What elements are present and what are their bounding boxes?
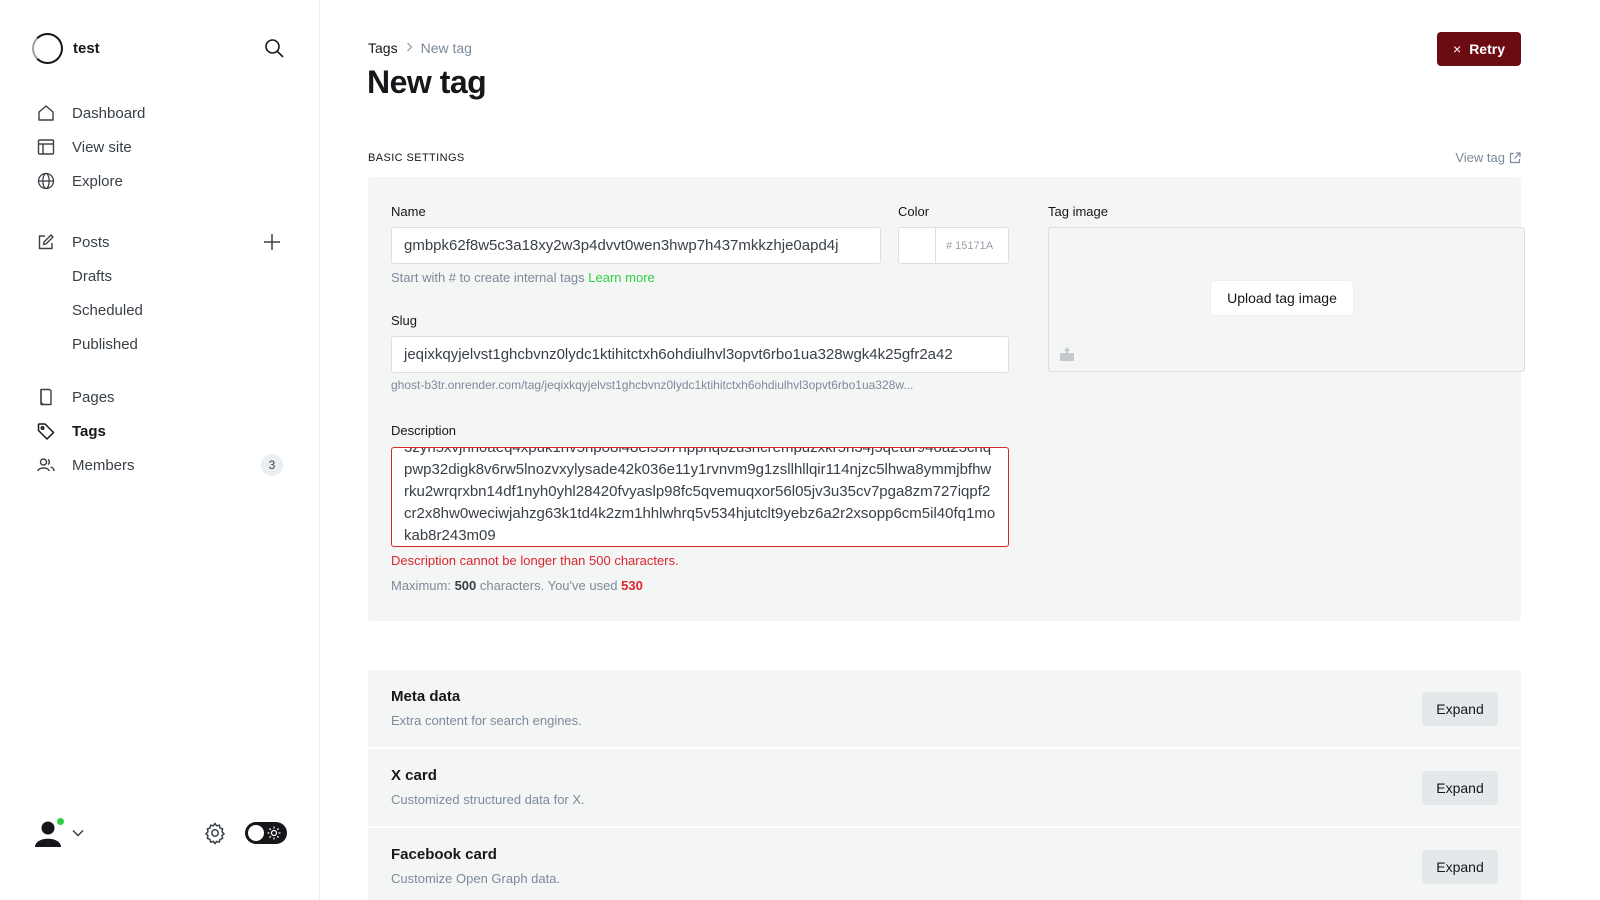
nav-primary: Dashboard View site Explore	[36, 96, 283, 198]
name-hint-text: Start with # to create internal tags	[391, 270, 585, 285]
name-hint: Start with # to create internal tags Lea…	[391, 270, 655, 285]
sidebar-item-tags[interactable]: Tags	[36, 414, 283, 448]
facebook-card-title: Facebook card	[391, 846, 497, 863]
meta-data-section: Meta data Extra content for search engin…	[368, 670, 1521, 747]
facebook-card-desc: Customize Open Graph data.	[391, 871, 561, 886]
learn-more-link[interactable]: Learn more	[588, 270, 654, 285]
x-card-section: X card Customized structured data for X.…	[368, 749, 1521, 826]
avatar	[32, 817, 65, 849]
slug-url: ghost-b3tr.onrender.com/tag/jeqixkqyjelv…	[391, 378, 914, 392]
description-textarea[interactable]: 3zyn5xvjnn0aeq4xpuk1nv5npo8l48el55l7hppn…	[391, 447, 1009, 547]
home-icon	[36, 103, 56, 123]
breadcrumb-tags-link[interactable]: Tags	[368, 40, 398, 56]
sidebar-item-label: View site	[72, 138, 132, 156]
view-tag-link[interactable]: View tag	[1455, 150, 1521, 165]
color-label: Color	[898, 204, 930, 219]
description-error: Description cannot be longer than 500 ch…	[391, 553, 679, 568]
sidebar-item-published[interactable]: Published	[36, 327, 283, 361]
user-menu[interactable]	[32, 817, 84, 849]
breadcrumb: Tags New tag	[368, 40, 472, 56]
upload-tag-image-button[interactable]: Upload tag image	[1211, 281, 1353, 315]
description-counter: Maximum: 500 characters. You've used 530	[391, 578, 643, 593]
meta-data-desc: Extra content for search engines.	[391, 713, 582, 728]
sidebar-item-label: Posts	[72, 233, 110, 251]
sun-icon	[267, 826, 281, 840]
x-card-desc: Customized structured data for X.	[391, 792, 585, 807]
nav-content: Posts Drafts Scheduled Published	[36, 225, 283, 361]
search-icon[interactable]	[263, 37, 285, 59]
site-title[interactable]: test	[73, 40, 100, 57]
description-label: Description	[391, 423, 457, 438]
sidebar-item-view-site[interactable]: View site	[36, 130, 283, 164]
tag-icon	[36, 421, 56, 441]
chevron-down-icon	[72, 829, 84, 837]
description-text: 3zyn5xvjnn0aeq4xpuk1nv5npo8l48el55l7hppn…	[404, 447, 996, 544]
sidebar: test Dashboard View site Explore Posts D…	[0, 0, 320, 900]
image-upload-icon	[1059, 346, 1075, 362]
view-tag-label: View tag	[1455, 150, 1505, 165]
sidebar-item-dashboard[interactable]: Dashboard	[36, 96, 283, 130]
layout-icon	[36, 137, 56, 157]
members-icon	[36, 455, 56, 475]
counter-used: 530	[621, 578, 643, 593]
sidebar-item-label: Pages	[72, 388, 115, 406]
online-status-dot	[56, 817, 65, 826]
sidebar-item-scheduled[interactable]: Scheduled	[36, 293, 283, 327]
nav-secondary: Pages Tags Members 3	[36, 380, 283, 482]
retry-button[interactable]: × Retry	[1437, 32, 1521, 66]
basic-settings-header: BASIC SETTINGS View tag	[368, 150, 1521, 165]
basic-settings-title: BASIC SETTINGS	[368, 151, 465, 164]
sidebar-item-label: Explore	[72, 172, 123, 190]
facebook-card-section: Facebook card Customize Open Graph data.…	[368, 828, 1521, 900]
counter-prefix: Maximum:	[391, 578, 451, 593]
sidebar-item-explore[interactable]: Explore	[36, 164, 283, 198]
toggle-knob	[248, 825, 264, 841]
meta-data-title: Meta data	[391, 688, 461, 705]
slug-label: Slug	[391, 313, 418, 328]
globe-icon	[36, 171, 56, 191]
sidebar-item-label: Published	[72, 335, 138, 353]
close-icon: ×	[1453, 41, 1462, 57]
breadcrumb-current: New tag	[420, 40, 472, 56]
chevron-right-icon	[406, 41, 413, 55]
sidebar-item-label: Tags	[72, 422, 106, 440]
color-swatch[interactable]	[898, 227, 936, 264]
site-logo[interactable]	[32, 32, 63, 64]
gear-icon[interactable]	[203, 821, 227, 845]
retry-label: Retry	[1469, 41, 1505, 57]
sidebar-item-label: Dashboard	[72, 104, 146, 122]
meta-data-expand-button[interactable]: Expand	[1422, 692, 1498, 726]
night-mode-toggle[interactable]	[245, 822, 287, 844]
basic-settings-panel: Name gmbpk62f8w5c3a18xy2w3p4dvvt0wen3hwp…	[368, 177, 1525, 621]
x-card-expand-button[interactable]: Expand	[1422, 771, 1498, 805]
sidebar-item-posts[interactable]: Posts	[36, 225, 283, 259]
sidebar-item-drafts[interactable]: Drafts	[36, 259, 283, 293]
main-content: Tags New tag New tag × Retry BASIC SETTI…	[320, 0, 1600, 900]
sidebar-item-label: Scheduled	[72, 301, 143, 319]
sidebar-footer	[32, 815, 287, 851]
sidebar-item-pages[interactable]: Pages	[36, 380, 283, 414]
facebook-card-expand-button[interactable]: Expand	[1422, 850, 1498, 884]
tag-image-dropzone[interactable]: Upload tag image	[1048, 227, 1525, 372]
tag-image-label: Tag image	[1048, 204, 1108, 219]
x-card-title: X card	[391, 767, 437, 784]
page-icon	[36, 387, 56, 407]
external-link-icon	[1505, 151, 1521, 164]
edit-icon	[36, 232, 56, 252]
add-post-icon[interactable]	[261, 231, 283, 253]
name-label: Name	[391, 204, 426, 219]
color-input[interactable]: # 15171A	[935, 227, 1009, 264]
page-title: New tag	[367, 64, 487, 100]
sidebar-item-label: Members	[72, 456, 135, 474]
sidebar-item-label: Drafts	[72, 267, 113, 285]
sidebar-item-members[interactable]: Members 3	[36, 448, 283, 482]
counter-max: 500	[454, 578, 477, 593]
site-brand: test	[32, 32, 287, 64]
counter-mid: characters. You've used	[479, 578, 618, 593]
members-count-badge: 3	[261, 454, 283, 476]
name-input[interactable]: gmbpk62f8w5c3a18xy2w3p4dvvt0wen3hwp7h437…	[391, 227, 881, 264]
slug-input[interactable]: jeqixkqyjelvst1ghcbvnz0lydc1ktihitctxh6o…	[391, 336, 1009, 373]
